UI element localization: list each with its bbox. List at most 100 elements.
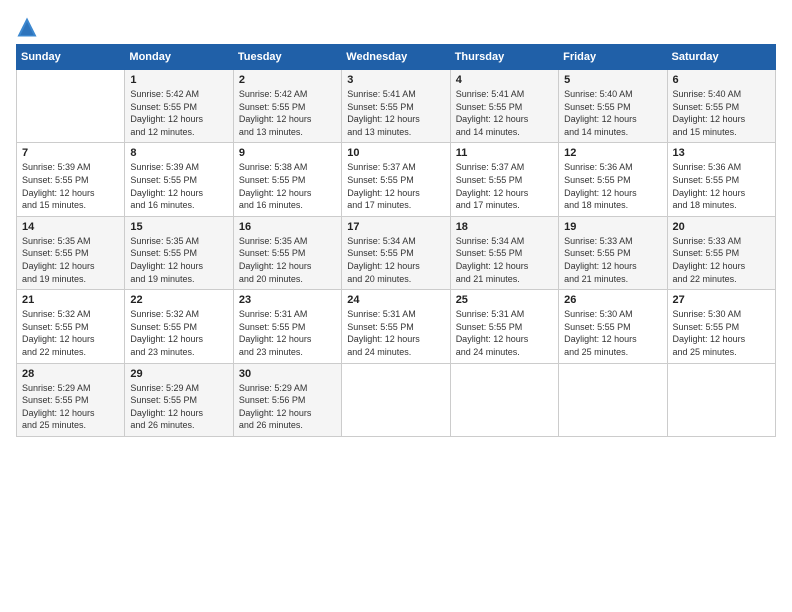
day-detail: Sunrise: 5:40 AMSunset: 5:55 PMDaylight:… <box>673 88 770 138</box>
calendar-cell: 16Sunrise: 5:35 AMSunset: 5:55 PMDayligh… <box>233 216 341 289</box>
calendar-cell: 25 Sunrise: 5:31 AMSunset: 5:55 PMDayligh… <box>450 290 558 363</box>
calendar-cell: 21Sunrise: 5:32 AMSunset: 5:55 PMDayligh… <box>17 290 125 363</box>
day-number: 29 <box>130 368 227 380</box>
calendar-cell: 23 Sunrise: 5:31 AMSunset: 5:55 PMDayligh… <box>233 290 341 363</box>
calendar-cell: 9 Sunrise: 5:38 AMSunset: 5:55 PMDaylight… <box>233 143 341 216</box>
calendar-cell: 17 Sunrise: 5:34 AMSunset: 5:55 PMDayligh… <box>342 216 450 289</box>
calendar-week-row: 28 Sunrise: 5:29 AMSunset: 5:55 PMDayligh… <box>17 363 776 436</box>
day-number: 30 <box>239 368 336 380</box>
day-number: 28 <box>22 368 119 380</box>
calendar-cell: 22Sunrise: 5:32 AMSunset: 5:55 PMDayligh… <box>125 290 233 363</box>
calendar-cell: 12 Sunrise: 5:36 AMSunset: 5:55 PMDayligh… <box>559 143 667 216</box>
day-detail: Sunrise: 5:36 AMSunset: 5:55 PMDaylight:… <box>564 161 661 211</box>
calendar-table: SundayMondayTuesdayWednesdayThursdayFrid… <box>16 44 776 437</box>
day-detail: Sunrise: 5:37 AMSunset: 5:55 PMDaylight:… <box>347 161 444 211</box>
calendar-cell <box>559 363 667 436</box>
day-number: 11 <box>456 147 553 159</box>
calendar-cell: 15 Sunrise: 5:35 AMSunset: 5:55 PMDayligh… <box>125 216 233 289</box>
day-detail: Sunrise: 5:36 AMSunset: 5:55 PMDaylight:… <box>673 161 770 211</box>
day-detail: Sunrise: 5:29 AMSunset: 5:55 PMDaylight:… <box>130 382 227 432</box>
calendar-cell: 2 Sunrise: 5:42 AMSunset: 5:55 PMDaylight… <box>233 70 341 143</box>
day-number: 19 <box>564 221 661 233</box>
header-sunday: Sunday <box>17 45 125 70</box>
calendar-cell: 20 Sunrise: 5:33 AMSunset: 5:55 PMDayligh… <box>667 216 775 289</box>
day-number: 9 <box>239 147 336 159</box>
calendar-cell: 30 Sunrise: 5:29 AMSunset: 5:56 PMDayligh… <box>233 363 341 436</box>
day-number: 16 <box>239 221 336 233</box>
day-number: 17 <box>347 221 444 233</box>
day-detail: Sunrise: 5:37 AMSunset: 5:55 PMDaylight:… <box>456 161 553 211</box>
day-number: 15 <box>130 221 227 233</box>
day-number: 5 <box>564 74 661 86</box>
day-detail: Sunrise: 5:42 AMSunset: 5:55 PMDaylight:… <box>239 88 336 138</box>
day-number: 3 <box>347 74 444 86</box>
calendar-cell: 27 Sunrise: 5:30 AMSunset: 5:55 PMDayligh… <box>667 290 775 363</box>
calendar-cell: 10Sunrise: 5:37 AMSunset: 5:55 PMDayligh… <box>342 143 450 216</box>
day-number: 7 <box>22 147 119 159</box>
day-detail: Sunrise: 5:34 AMSunset: 5:55 PMDaylight:… <box>456 235 553 285</box>
calendar-cell: 1 Sunrise: 5:42 AMSunset: 5:55 PMDaylight… <box>125 70 233 143</box>
day-detail: Sunrise: 5:42 AMSunset: 5:55 PMDaylight:… <box>130 88 227 138</box>
calendar-cell: 26 Sunrise: 5:30 AMSunset: 5:55 PMDayligh… <box>559 290 667 363</box>
calendar-cell: 8 Sunrise: 5:39 AMSunset: 5:55 PMDaylight… <box>125 143 233 216</box>
header-friday: Friday <box>559 45 667 70</box>
header-saturday: Saturday <box>667 45 775 70</box>
day-number: 12 <box>564 147 661 159</box>
calendar-week-row: 14 Sunrise: 5:35 AMSunset: 5:55 PMDayligh… <box>17 216 776 289</box>
calendar-week-row: 7 Sunrise: 5:39 AMSunset: 5:55 PMDaylight… <box>17 143 776 216</box>
calendar-week-row: 1 Sunrise: 5:42 AMSunset: 5:55 PMDaylight… <box>17 70 776 143</box>
day-number: 6 <box>673 74 770 86</box>
day-detail: Sunrise: 5:33 AMSunset: 5:55 PMDaylight:… <box>673 235 770 285</box>
calendar-week-row: 21Sunrise: 5:32 AMSunset: 5:55 PMDayligh… <box>17 290 776 363</box>
calendar-cell: 28 Sunrise: 5:29 AMSunset: 5:55 PMDayligh… <box>17 363 125 436</box>
calendar-cell: 14 Sunrise: 5:35 AMSunset: 5:55 PMDayligh… <box>17 216 125 289</box>
calendar-cell: 29 Sunrise: 5:29 AMSunset: 5:55 PMDayligh… <box>125 363 233 436</box>
day-detail: Sunrise: 5:35 AMSunset: 5:55 PMDaylight:… <box>130 235 227 285</box>
day-detail: Sunrise: 5:40 AMSunset: 5:55 PMDaylight:… <box>564 88 661 138</box>
day-number: 24 <box>347 294 444 306</box>
calendar-cell: 19Sunrise: 5:33 AMSunset: 5:55 PMDayligh… <box>559 216 667 289</box>
calendar-cell: 24 Sunrise: 5:31 AMSunset: 5:55 PMDayligh… <box>342 290 450 363</box>
day-detail: Sunrise: 5:32 AMSunset: 5:55 PMDaylight:… <box>130 308 227 358</box>
day-number: 26 <box>564 294 661 306</box>
day-detail: Sunrise: 5:39 AMSunset: 5:55 PMDaylight:… <box>130 161 227 211</box>
calendar-cell: 11 Sunrise: 5:37 AMSunset: 5:55 PMDayligh… <box>450 143 558 216</box>
generalblue-icon <box>16 16 38 38</box>
calendar-cell <box>667 363 775 436</box>
calendar-cell: 7 Sunrise: 5:39 AMSunset: 5:55 PMDaylight… <box>17 143 125 216</box>
header-tuesday: Tuesday <box>233 45 341 70</box>
day-detail: Sunrise: 5:30 AMSunset: 5:55 PMDaylight:… <box>673 308 770 358</box>
calendar-header-row: SundayMondayTuesdayWednesdayThursdayFrid… <box>17 45 776 70</box>
day-detail: Sunrise: 5:31 AMSunset: 5:55 PMDaylight:… <box>347 308 444 358</box>
day-detail: Sunrise: 5:35 AMSunset: 5:55 PMDaylight:… <box>22 235 119 285</box>
logo <box>16 16 42 38</box>
day-number: 14 <box>22 221 119 233</box>
day-number: 20 <box>673 221 770 233</box>
day-number: 4 <box>456 74 553 86</box>
day-number: 23 <box>239 294 336 306</box>
day-detail: Sunrise: 5:29 AMSunset: 5:56 PMDaylight:… <box>239 382 336 432</box>
day-detail: Sunrise: 5:31 AMSunset: 5:55 PMDaylight:… <box>456 308 553 358</box>
calendar-cell <box>450 363 558 436</box>
calendar-cell: 4 Sunrise: 5:41 AMSunset: 5:55 PMDaylight… <box>450 70 558 143</box>
calendar-cell <box>342 363 450 436</box>
day-detail: Sunrise: 5:39 AMSunset: 5:55 PMDaylight:… <box>22 161 119 211</box>
day-detail: Sunrise: 5:31 AMSunset: 5:55 PMDaylight:… <box>239 308 336 358</box>
day-detail: Sunrise: 5:32 AMSunset: 5:55 PMDaylight:… <box>22 308 119 358</box>
day-number: 18 <box>456 221 553 233</box>
day-detail: Sunrise: 5:30 AMSunset: 5:55 PMDaylight:… <box>564 308 661 358</box>
day-number: 8 <box>130 147 227 159</box>
calendar-cell: 3Sunrise: 5:41 AMSunset: 5:55 PMDaylight… <box>342 70 450 143</box>
day-detail: Sunrise: 5:29 AMSunset: 5:55 PMDaylight:… <box>22 382 119 432</box>
day-detail: Sunrise: 5:34 AMSunset: 5:55 PMDaylight:… <box>347 235 444 285</box>
day-number: 25 <box>456 294 553 306</box>
day-number: 27 <box>673 294 770 306</box>
day-number: 13 <box>673 147 770 159</box>
day-detail: Sunrise: 5:38 AMSunset: 5:55 PMDaylight:… <box>239 161 336 211</box>
day-number: 1 <box>130 74 227 86</box>
day-detail: Sunrise: 5:41 AMSunset: 5:55 PMDaylight:… <box>456 88 553 138</box>
calendar-cell: 6 Sunrise: 5:40 AMSunset: 5:55 PMDaylight… <box>667 70 775 143</box>
calendar-cell: 13 Sunrise: 5:36 AMSunset: 5:55 PMDayligh… <box>667 143 775 216</box>
header-wednesday: Wednesday <box>342 45 450 70</box>
day-number: 2 <box>239 74 336 86</box>
